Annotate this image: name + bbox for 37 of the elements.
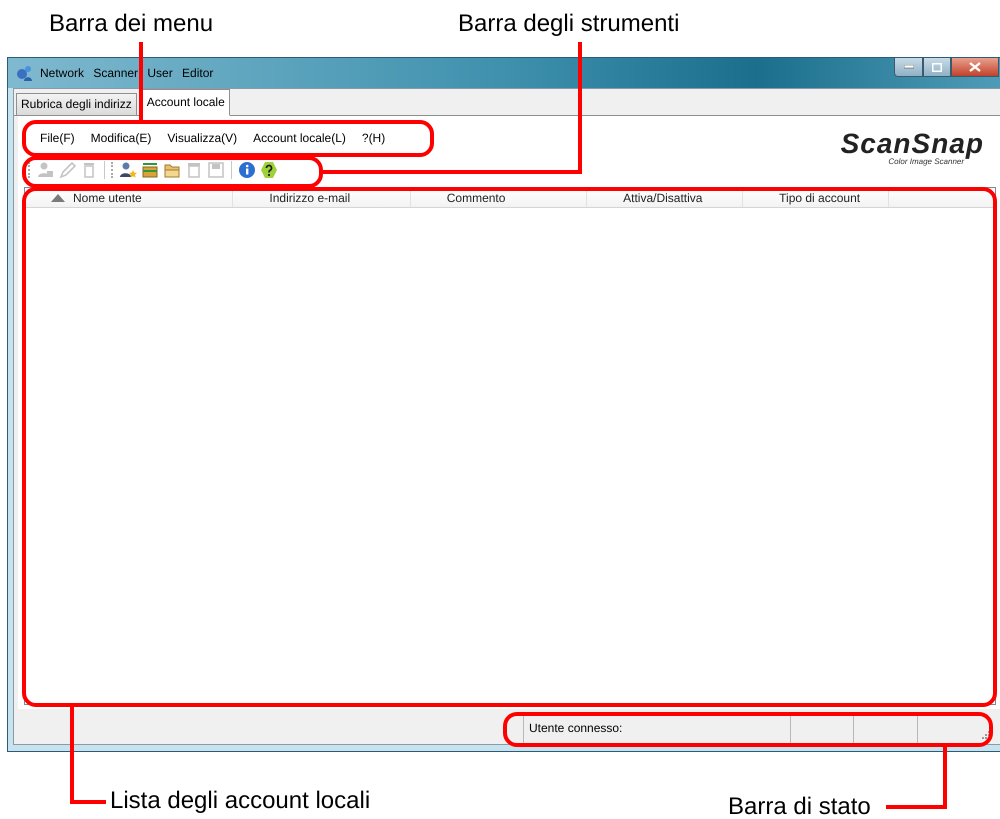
column-header[interactable]: Tipo di account [743,188,889,207]
callout-label: Barra di stato [728,793,871,819]
column-label: Attiva/Disattiva [623,190,702,204]
folder-icon[interactable] [141,161,159,179]
help-icon[interactable] [260,161,278,179]
column-label: Nome utente [73,190,142,204]
maximize-icon [932,62,942,72]
column-label: Commento [446,190,506,204]
menu-item[interactable]: Account locale(L) [245,129,354,147]
callout-label: Barra degli strumenti [458,10,680,38]
column-header[interactable]: Nome utente [25,188,234,207]
callout-label: Lista degli account locali [110,787,370,815]
column-header[interactable]: Attiva/Disattiva [587,188,744,207]
menu-item[interactable]: Visualizza(V) [159,129,246,147]
user-star-icon[interactable] [119,161,137,179]
column-header[interactable]: Indirizzo e-mail [233,188,411,207]
menu-item[interactable]: ?(H) [354,129,394,147]
menu-item[interactable]: File(F) [32,129,83,147]
info-icon[interactable] [238,161,256,179]
close-icon [969,62,981,72]
column-header[interactable]: Commento [410,188,588,207]
close-button[interactable] [951,58,999,77]
tab[interactable]: Account locale [142,89,230,116]
window-title: Network Scanner User Editor [40,66,214,80]
user-icon [16,64,34,82]
logo-tagline: Color Image Scanner [888,157,964,166]
status-text: Utente connesso: [523,712,790,744]
column-label: Indirizzo e-mail [269,190,350,204]
callout-label: Barra dei menu [49,10,214,38]
maximize-button[interactable] [923,58,951,77]
minimize-button[interactable] [894,58,923,77]
tab[interactable]: Rubrica degli indirizz [16,93,137,115]
resize-grip-icon [981,730,991,740]
menu-item[interactable]: Modifica(E) [82,129,160,147]
minimize-icon [904,65,914,69]
logo-text: ScanSnap [840,131,984,157]
column-label: Tipo di account [779,190,860,204]
